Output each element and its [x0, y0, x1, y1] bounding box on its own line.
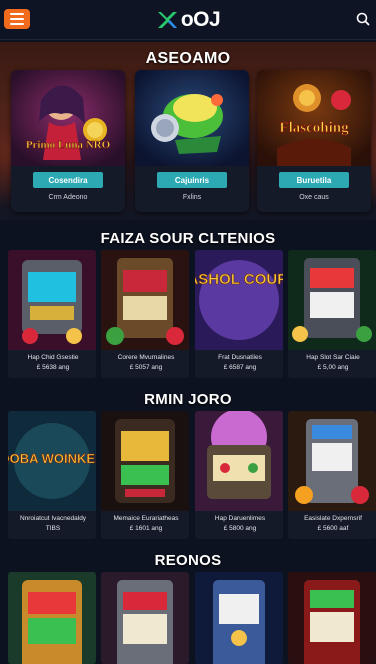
featured-card-2[interactable]: Cajuinris Fxlins [135, 70, 249, 212]
hamburger-icon [10, 13, 24, 15]
slot-machine-art [8, 572, 96, 664]
featured-play-button-3[interactable]: Buruetila [279, 172, 349, 188]
top-bar: oOJ [0, 0, 376, 40]
logo[interactable]: oOJ [156, 7, 221, 32]
game-meta: £ 5638 ang [36, 364, 70, 371]
tile-art-title: BONG RASHOL COURENZAND [195, 271, 283, 288]
game-title: Nnroiatcut Ivacnedaldy [19, 515, 87, 522]
slot-machine-art [101, 572, 189, 664]
featured-art-1-label: Primo Luna NRO [26, 139, 111, 151]
slot-machine-art [288, 572, 376, 664]
game-tile[interactable]: Memaice Eurariatheas £ 1601 ang [101, 411, 189, 539]
logo-text: oOJ [180, 7, 221, 31]
game-tile[interactable] [288, 572, 376, 664]
slot-machine-art [8, 250, 96, 350]
featured-art-1: Primo Luna NRO [11, 70, 125, 166]
row1-title: FAIZA SOUR CLTENIOS [100, 230, 276, 247]
game-title: Hap Slot Sar Ciaie [306, 354, 360, 361]
game-tile[interactable]: Hap Chid Gsestie £ 5638 ang [8, 250, 96, 378]
game-title: Memaice Eurariatheas [113, 515, 179, 522]
slot-machine-art [195, 572, 283, 664]
slot-machine-art [101, 411, 189, 511]
game-meta: TIBS [45, 525, 61, 532]
game-title: Frat Dusnatiles [218, 354, 262, 361]
featured-art-3-label: Flascohing [279, 120, 349, 136]
game-meta: £ 5800 ang [223, 525, 257, 532]
featured-art-3: Flascohing [257, 70, 371, 166]
row3-title: REONOS [154, 552, 222, 569]
featured-caption-1: Crm Adeono [48, 194, 88, 201]
row2-title: RMIN JORO [144, 391, 232, 408]
game-tile[interactable]: Hap Daruenlimes £ 5800 ang [195, 411, 283, 539]
game-tile[interactable]: Corere Mvurnalines £ 5057 ang [101, 250, 189, 378]
game-title: Corere Mvurnalines [117, 354, 175, 361]
featured-title: ASEOAMO [145, 50, 231, 67]
game-title: Hap Chid Gsestie [27, 354, 79, 361]
game-meta: £ 5600 aaf [317, 525, 349, 532]
game-tile[interactable]: SOOBA WOINKEED Nnroiatcut Ivacnedaldy TI… [8, 411, 96, 539]
game-title: Easislate Dxpernsrif [304, 515, 362, 522]
featured-play-button-1[interactable]: Cosendira [33, 172, 103, 188]
game-meta: £ 6587 ang [223, 364, 257, 371]
game-tile[interactable]: Easislate Dxpernsrif £ 5600 aaf [288, 411, 376, 539]
game-meta: £ 5057 ang [129, 364, 163, 371]
game-meta: £ 1601 ang [129, 525, 163, 532]
featured-caption-2: Fxlins [182, 194, 202, 201]
game-logo-art: SOOBA WOINKEED [8, 411, 96, 511]
logo-x-icon [157, 11, 177, 28]
slot-machine-art [288, 411, 376, 511]
game-tile[interactable]: BONG RASHOL COURENZAND Frat Dusnatiles £… [195, 250, 283, 378]
slot-machine-art [101, 250, 189, 350]
game-tile[interactable] [195, 572, 283, 664]
tile-art-title: SOOBA WOINKEED [8, 451, 96, 466]
featured-play-button-2[interactable]: Cajuinris [157, 172, 227, 188]
game-logo-art: BONG RASHOL COURENZAND [195, 250, 283, 350]
featured-caption-3: Oxe caus [299, 194, 329, 201]
featured-card-1[interactable]: Primo Luna NRO Cosendira Crm Adeono [11, 70, 125, 212]
slot-machine-art [288, 250, 376, 350]
game-meta: £ 5,00 ang [317, 364, 349, 371]
slot-machine-art [195, 411, 283, 511]
game-tile[interactable] [8, 572, 96, 664]
game-tile[interactable] [101, 572, 189, 664]
game-tile[interactable]: Hap Slot Sar Ciaie £ 5,00 ang [288, 250, 376, 378]
menu-button[interactable] [4, 9, 30, 29]
game-title: Hap Daruenlimes [214, 515, 266, 522]
featured-card-3[interactable]: Flascohing Buruetila Oxe caus [257, 70, 371, 212]
search-icon[interactable] [356, 12, 370, 26]
featured-art-2 [135, 70, 249, 166]
